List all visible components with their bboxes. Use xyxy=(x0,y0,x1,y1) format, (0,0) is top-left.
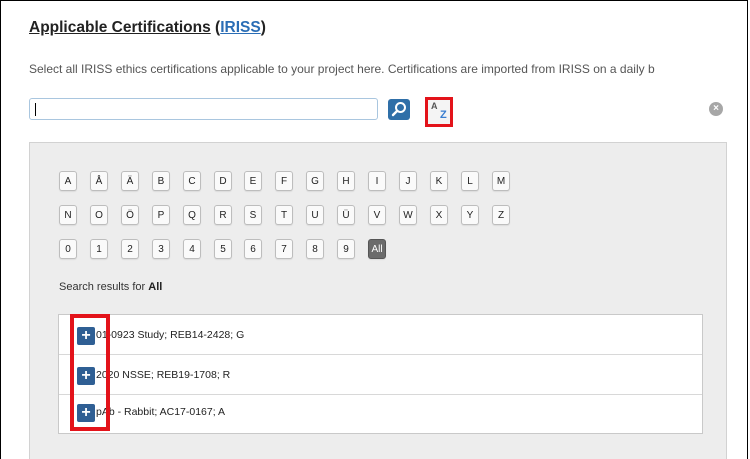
list-item: + 2020 NSSE; REB19-1708; R xyxy=(59,355,702,395)
letter-filter-button[interactable]: L xyxy=(461,171,479,191)
letter-filter-button[interactable]: X xyxy=(430,205,448,225)
letter-filter-button[interactable]: C xyxy=(183,171,201,191)
letter-filter-button[interactable]: Z xyxy=(492,205,510,225)
section-description: Select all IRISS ethics certifications a… xyxy=(29,62,655,76)
list-item: + pAb - Rabbit; AC17-0167; A xyxy=(59,395,702,435)
letter-filter-button[interactable]: Y xyxy=(461,205,479,225)
title-paren-open: ( xyxy=(210,19,221,36)
letter-filter-button[interactable]: Ö xyxy=(121,205,139,225)
letter-filter-button[interactable]: F xyxy=(275,171,293,191)
letter-filter-button[interactable]: B xyxy=(152,171,170,191)
iriss-link[interactable]: IRISS xyxy=(220,19,260,36)
letter-filter-button[interactable]: H xyxy=(337,171,355,191)
letter-filter-button[interactable]: I xyxy=(368,171,386,191)
results-label-term: All xyxy=(148,281,163,293)
letter-filter-button[interactable]: G xyxy=(306,171,324,191)
letter-filter-button[interactable]: N xyxy=(59,205,77,225)
az-browse-button[interactable]: A Z xyxy=(425,97,453,127)
letter-filter-button[interactable]: Å xyxy=(90,171,108,191)
letter-filter-button[interactable]: E xyxy=(244,171,262,191)
certification-label: 2020 NSSE; REB19-1708; R xyxy=(96,369,231,381)
letter-filter-all[interactable]: All xyxy=(368,239,386,259)
letter-filter-button[interactable]: 3 xyxy=(152,239,170,259)
letter-filter-button[interactable]: 6 xyxy=(244,239,262,259)
results-label-prefix: Search results for xyxy=(59,281,149,293)
letter-filter-button[interactable]: Ü xyxy=(337,205,355,225)
letter-filter-button[interactable]: 7 xyxy=(275,239,293,259)
certification-label: pAb - Rabbit; AC17-0167; A xyxy=(96,406,225,418)
letter-filter-button[interactable]: O xyxy=(90,205,108,225)
magnifier-icon xyxy=(391,102,406,117)
highlight-box xyxy=(70,314,110,431)
az-icon-z: Z xyxy=(440,109,447,121)
letter-filter-button[interactable]: 9 xyxy=(337,239,355,259)
section-title-text: Applicable Certifications xyxy=(29,19,211,36)
results-label: Search results for All xyxy=(59,281,162,293)
letter-filter-button[interactable]: J xyxy=(399,171,417,191)
certifications-section: Applicable Certifications (IRISS) Select… xyxy=(0,0,748,459)
letter-filter-button[interactable]: T xyxy=(275,205,293,225)
az-icon-a: A xyxy=(431,101,438,111)
text-cursor xyxy=(35,103,36,116)
letter-filter-button[interactable]: D xyxy=(214,171,232,191)
search-input[interactable] xyxy=(29,98,378,120)
letter-filter-button[interactable]: U xyxy=(306,205,324,225)
letter-filter-button[interactable]: 5 xyxy=(214,239,232,259)
title-paren-close: ) xyxy=(260,19,266,36)
section-title: Applicable Certifications (IRISS) xyxy=(29,19,266,37)
letter-filter-button[interactable]: V xyxy=(368,205,386,225)
letter-filter-button[interactable]: 4 xyxy=(183,239,201,259)
letter-filter-button[interactable]: 0 xyxy=(59,239,77,259)
letter-filter-button[interactable]: Ä xyxy=(121,171,139,191)
letter-filter-button[interactable]: 1 xyxy=(90,239,108,259)
search-button[interactable] xyxy=(388,99,410,120)
certification-label: 01-0923 Study; REB14-2428; G xyxy=(96,329,245,341)
results-list: + 01-0923 Study; REB14-2428; G + 2020 NS… xyxy=(58,314,703,434)
letter-filter-button[interactable]: W xyxy=(399,205,417,225)
letter-filter-button[interactable]: K xyxy=(430,171,448,191)
letter-filter-button[interactable]: 8 xyxy=(306,239,324,259)
letter-filter-button[interactable]: A xyxy=(59,171,77,191)
letter-filter-button[interactable]: 2 xyxy=(121,239,139,259)
letter-filter-button[interactable]: Q xyxy=(183,205,201,225)
list-item: + 01-0923 Study; REB14-2428; G xyxy=(59,315,702,355)
letter-filter-button[interactable]: P xyxy=(152,205,170,225)
letter-filter-button[interactable]: R xyxy=(214,205,232,225)
letter-filter-button[interactable]: S xyxy=(244,205,262,225)
clear-icon[interactable]: × xyxy=(709,102,723,116)
letter-filter-button[interactable]: M xyxy=(492,171,510,191)
